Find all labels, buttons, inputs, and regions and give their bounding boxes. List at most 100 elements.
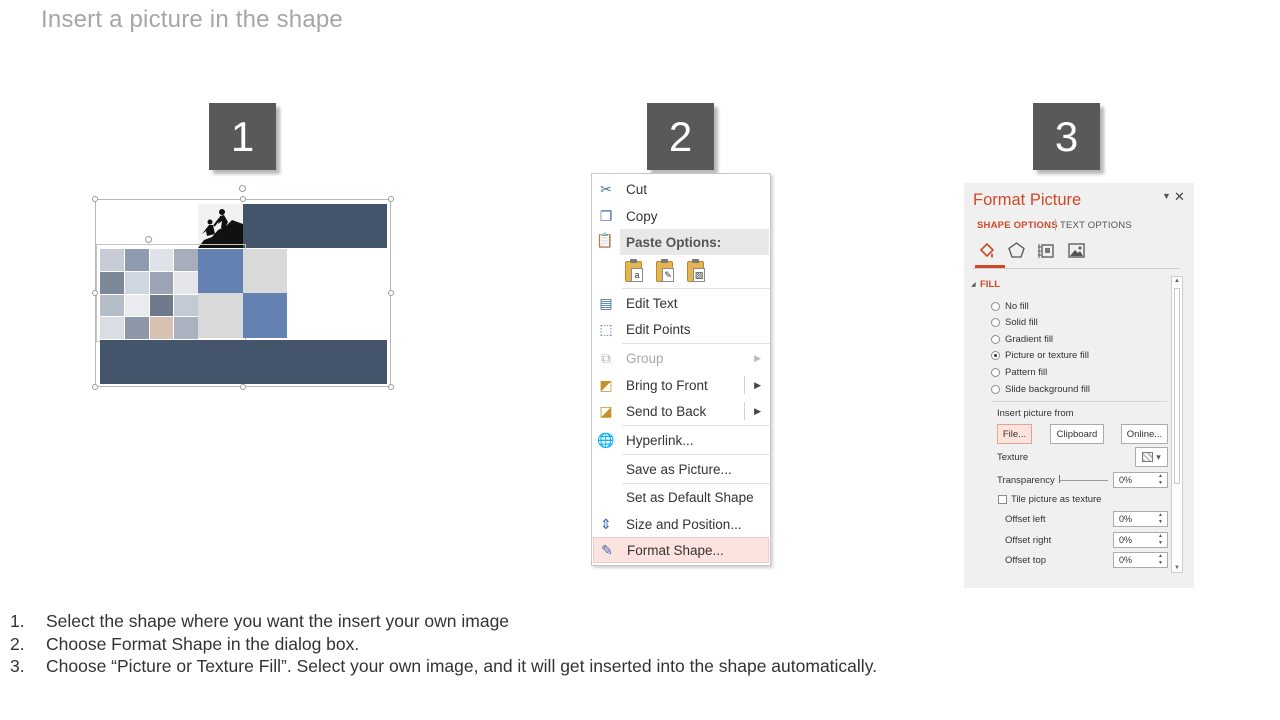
menu-separator (622, 343, 770, 344)
submenu-arrow-icon: ▶ (754, 352, 761, 363)
menu-separator (622, 454, 770, 455)
radio-no-fill[interactable]: No fill (991, 301, 1029, 312)
gray-square-top[interactable] (243, 249, 287, 293)
paste-options-header: Paste Options: (620, 229, 769, 255)
scroll-up-icon[interactable]: ▲ (1174, 278, 1180, 284)
inner-rotate-handle[interactable] (145, 236, 152, 243)
group-icon: ⧉ (601, 349, 611, 366)
submenu-arrow-icon[interactable]: ▶ (754, 380, 761, 391)
step-number-3: 3 (1033, 103, 1100, 170)
pane-scrollbar[interactable]: ▲ ▼ (1171, 276, 1183, 573)
bring-to-front-icon: ◩ (599, 376, 613, 393)
resize-handle-b[interactable] (240, 384, 246, 390)
menu-item-hyperlink[interactable]: 🌐 Hyperlink... (592, 427, 770, 453)
texture-label: Texture (997, 452, 1029, 463)
hyperlink-icon: 🌐 (597, 431, 615, 448)
offset-right-input[interactable]: 0% ▲ ▼ (1113, 532, 1168, 548)
spinner-arrows-icon[interactable]: ▲ ▼ (1158, 533, 1163, 547)
context-menu: ✂ Cut ❐ Copy 📋 Paste Options: a ✎ ▨ ▤ Ed… (591, 173, 771, 566)
step-number-2: 2 (647, 103, 714, 170)
radio-picture-texture-fill[interactable]: Picture or texture fill (991, 350, 1089, 361)
paste-icon: 📋 (596, 232, 614, 248)
offset-top-label: Offset top (1005, 555, 1047, 566)
blue-square-bottom[interactable] (243, 293, 287, 338)
menu-item-format-shape[interactable]: ✎ Format Shape... (593, 537, 769, 563)
format-picture-pane: Format Picture ▼ ✕ SHAPE OPTIONS TEXT OP… (964, 183, 1194, 588)
texture-swatch-icon (1142, 452, 1154, 462)
resize-handle-tl[interactable] (92, 196, 98, 202)
tile-picture-checkbox[interactable] (998, 495, 1007, 504)
pane-content: FILL No fill Solid fill Gradient fill Pi… (964, 183, 1170, 588)
radio-slide-background-fill[interactable]: Slide background fill (991, 384, 1090, 395)
resize-handle-bl[interactable] (92, 384, 98, 390)
close-icon[interactable]: ✕ (1174, 189, 1185, 205)
tile-picture-label: Tile picture as texture (1011, 494, 1102, 505)
resize-handle-tr[interactable] (388, 196, 394, 202)
menu-item-send-to-back[interactable]: ◪ Send to Back ▶ (592, 398, 770, 424)
paste-picture-icon[interactable]: ▨ (684, 258, 708, 284)
offset-top-input[interactable]: 0% ▲ ▼ (1113, 552, 1168, 568)
shape-composition[interactable] (92, 185, 394, 391)
resize-handle-br[interactable] (388, 384, 394, 390)
size-position-icon: ⇕ (600, 515, 612, 532)
menu-item-size-and-position[interactable]: ⇕ Size and Position... (592, 511, 770, 537)
edit-points-icon: ⬚ (599, 320, 613, 337)
menu-item-group: ⧉ Group ▶ (592, 345, 770, 371)
insert-picture-from-label: Insert picture from (997, 408, 1074, 419)
offset-left-input[interactable]: 0% ▲ ▼ (1113, 511, 1168, 527)
submenu-arrow-icon[interactable]: ▶ (754, 406, 761, 417)
file-button[interactable]: File... (997, 424, 1032, 444)
menu-item-cut[interactable]: ✂ Cut (592, 176, 770, 202)
menu-item-edit-points[interactable]: ⬚ Edit Points (592, 316, 770, 342)
spinner-arrows-icon[interactable]: ▲ ▼ (1158, 473, 1163, 487)
climbers-picture[interactable] (198, 204, 243, 248)
instructions-list: 1. Select the shape where you want the in… (10, 611, 877, 679)
step-number-1: 1 (209, 103, 276, 170)
top-bar-shape[interactable] (243, 204, 387, 248)
paste-keep-source-formatting-icon[interactable]: ✎ (653, 258, 677, 284)
format-shape-icon: ✎ (601, 541, 613, 558)
menu-separator (622, 425, 770, 426)
menu-item-copy[interactable]: ❐ Copy (592, 203, 770, 229)
online-button[interactable]: Online... (1121, 424, 1168, 444)
resize-handle-r[interactable] (388, 290, 394, 296)
radio-gradient-fill[interactable]: Gradient fill (991, 334, 1053, 345)
offset-right-label: Offset right (1005, 535, 1052, 546)
radio-pattern-fill[interactable]: Pattern fill (991, 367, 1047, 378)
rotate-handle[interactable] (239, 185, 246, 192)
resize-handle-t[interactable] (240, 196, 246, 202)
menu-item-edit-text[interactable]: ▤ Edit Text (592, 290, 770, 316)
clipboard-button[interactable]: Clipboard (1050, 424, 1104, 444)
instruction-step: 1. Select the shape where you want the in… (10, 611, 510, 631)
menu-item-set-default-shape[interactable]: Set as Default Shape (592, 484, 770, 510)
climbers-silhouette-icon (198, 204, 243, 248)
edit-text-icon: ▤ (599, 294, 613, 311)
spinner-arrows-icon[interactable]: ▲ ▼ (1158, 512, 1163, 526)
spinner-arrows-icon[interactable]: ▲ ▼ (1158, 553, 1163, 567)
instruction-step: 2. Choose Format Shape in the dialog box. (10, 633, 360, 654)
blue-square-top[interactable] (198, 249, 243, 293)
menu-separator (622, 288, 770, 289)
transparency-slider-thumb[interactable] (1059, 475, 1060, 483)
transparency-input[interactable]: 0% ▲ ▼ (1113, 472, 1168, 488)
scrollbar-thumb[interactable] (1174, 288, 1180, 484)
chevron-down-icon: ▾ (1156, 451, 1161, 462)
paste-options-row: a ✎ ▨ (622, 258, 708, 288)
menu-item-bring-to-front[interactable]: ◩ Bring to Front ▶ (592, 372, 770, 398)
menu-item-save-as-picture[interactable]: Save as Picture... (592, 456, 770, 482)
paste-use-destination-theme-icon[interactable]: a (622, 258, 646, 284)
instruction-step: 3. Choose “Picture or Texture Fill”. Sele… (10, 656, 878, 676)
gray-square-bottom[interactable] (198, 293, 243, 338)
transparency-label: Transparency (997, 475, 1055, 486)
scissors-icon: ✂ (600, 180, 612, 197)
resize-handle-l[interactable] (92, 290, 98, 296)
offset-left-label: Offset left (1005, 514, 1046, 525)
slide-title: Insert a picture in the shape (41, 6, 343, 33)
send-to-back-icon: ◪ (599, 402, 613, 419)
bottom-bar-shape[interactable] (100, 340, 387, 384)
texture-picker[interactable]: ▾ (1135, 447, 1168, 467)
radio-solid-fill[interactable]: Solid fill (991, 317, 1038, 328)
scroll-down-icon[interactable]: ▼ (1174, 565, 1180, 571)
fill-section-header[interactable]: FILL (971, 279, 1000, 290)
transparency-slider[interactable] (1060, 480, 1108, 481)
